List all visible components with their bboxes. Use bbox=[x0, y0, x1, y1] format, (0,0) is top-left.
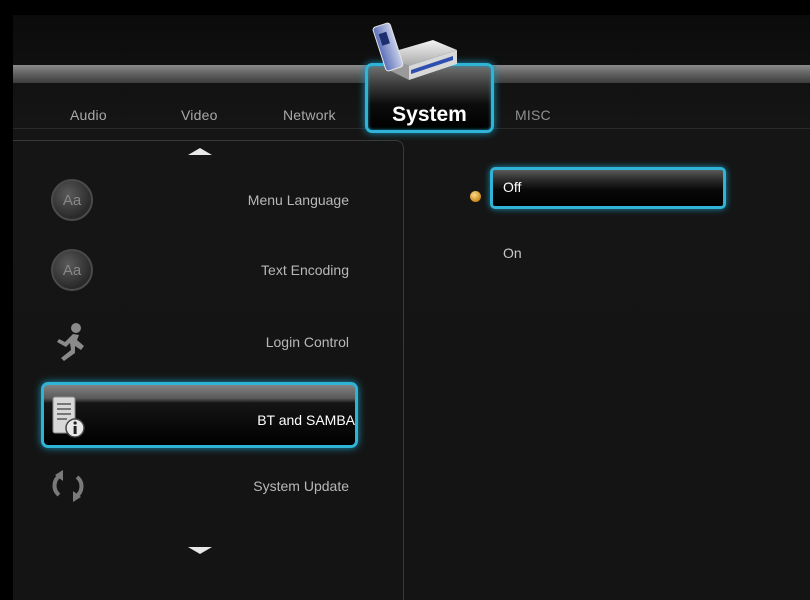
tab-system-label: System bbox=[392, 103, 467, 126]
document-info-icon bbox=[52, 396, 85, 438]
menu-item-label: BT and SAMBA bbox=[257, 412, 355, 428]
scroll-up-arrow-icon[interactable] bbox=[188, 148, 212, 155]
menu-item-label: Menu Language bbox=[247, 192, 349, 208]
menu-item-menu-language[interactable]: Aa Menu Language bbox=[13, 170, 373, 230]
option-label: On bbox=[503, 245, 522, 261]
running-figure-icon bbox=[57, 323, 84, 361]
aa-icon: Aa bbox=[51, 179, 93, 221]
menu-item-bt-and-samba[interactable]: BT and SAMBA bbox=[41, 382, 358, 448]
menu-item-label: System Update bbox=[253, 478, 349, 494]
scroll-down-arrow-icon[interactable] bbox=[188, 547, 212, 554]
screen-border-top bbox=[0, 0, 810, 15]
option-label: Off bbox=[503, 179, 522, 195]
tab-audio[interactable]: Audio bbox=[70, 107, 107, 123]
tab-video[interactable]: Video bbox=[181, 107, 218, 123]
menu-item-label: Text Encoding bbox=[261, 262, 349, 278]
menu-item-text-encoding[interactable]: Aa Text Encoding bbox=[13, 240, 373, 300]
tab-network[interactable]: Network bbox=[283, 107, 336, 123]
selected-option-bullet-icon bbox=[470, 191, 481, 202]
option-off[interactable]: Off bbox=[490, 167, 726, 209]
menu-item-label: Login Control bbox=[265, 334, 349, 350]
aa-icon: Aa bbox=[51, 249, 93, 291]
setup-menu: Audio Video Network MISC System Aa Menu … bbox=[13, 15, 810, 600]
option-on[interactable]: On bbox=[490, 233, 726, 275]
tab-misc[interactable]: MISC bbox=[515, 107, 551, 123]
menu-item-system-update[interactable]: System Update bbox=[13, 456, 373, 516]
menu-item-login-control[interactable]: Login Control bbox=[13, 312, 373, 372]
media-player-screen: Audio Video Network MISC System Aa Menu … bbox=[0, 0, 810, 600]
screen-border-left bbox=[0, 0, 13, 600]
media-player-device-icon bbox=[372, 22, 457, 80]
refresh-arrows-icon bbox=[52, 470, 84, 502]
